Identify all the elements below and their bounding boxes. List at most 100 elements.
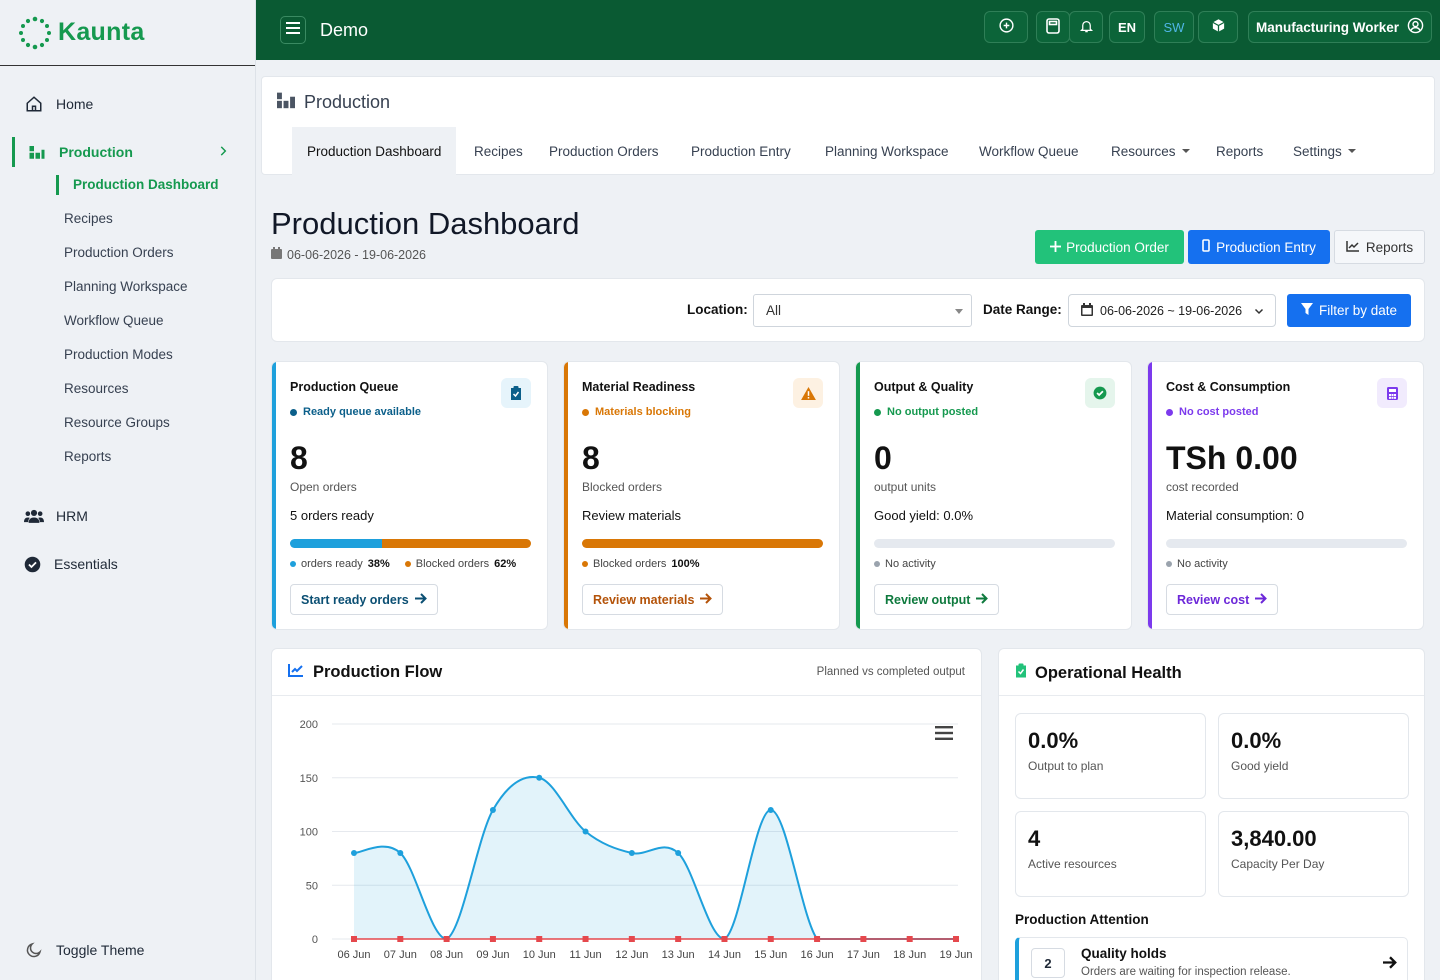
review-materials-button[interactable]: Review materials: [582, 584, 724, 615]
tab-settings[interactable]: Settings: [1278, 127, 1371, 175]
card-progress: [1166, 539, 1407, 548]
card-legend: No activity: [1166, 558, 1228, 570]
metric-label: Output to plan: [1028, 759, 1104, 773]
filter-by-date-label: Filter by date: [1318, 303, 1398, 318]
card-label: Blocked orders: [582, 480, 663, 494]
sidebar-item-home[interactable]: Home: [0, 94, 256, 114]
arrow-right-icon: [414, 592, 427, 607]
line-chart-icon: [1346, 240, 1360, 255]
card-button-label: Start ready orders: [301, 592, 409, 607]
sidebar-sub-recipes[interactable]: Recipes: [64, 211, 113, 226]
start-ready-orders-button[interactable]: Start ready orders: [290, 584, 438, 615]
card-progress: [290, 539, 531, 548]
card-button-label: Review cost: [1177, 592, 1250, 607]
review-cost-button[interactable]: Review cost: [1166, 584, 1279, 615]
health-metric-capacity-per-day: 3,840.00 Capacity Per Day: [1218, 811, 1409, 897]
legend-pct: 62%: [494, 558, 517, 570]
production-entry-button[interactable]: Production Entry: [1188, 230, 1330, 264]
reports-label: Reports: [1365, 239, 1414, 255]
tab-reports[interactable]: Reports: [1201, 127, 1278, 175]
tab-resources-label: Resources: [1111, 143, 1176, 159]
sidebar-sub-reports[interactable]: Reports: [64, 449, 111, 464]
sidebar-item-hrm[interactable]: HRM: [0, 506, 256, 526]
menu-toggle-button[interactable]: [280, 16, 306, 44]
y-tick-label: 100: [300, 827, 318, 839]
legend-text: Blocked orders: [415, 558, 490, 570]
sidebar-sub-production-dashboard[interactable]: Production Dashboard: [56, 175, 219, 195]
sidebar-sub-production-orders[interactable]: Production Orders: [64, 245, 174, 260]
card-label: Open orders: [290, 480, 357, 494]
flow-subtitle: Planned vs completed output: [816, 666, 965, 678]
card-value: 8: [290, 440, 308, 476]
arrow-right-icon: [976, 592, 989, 607]
chart-menu-button[interactable]: [935, 726, 953, 745]
review-output-button[interactable]: Review output: [874, 584, 1000, 615]
tab-workflow-queue[interactable]: Workflow Queue: [964, 127, 1094, 175]
attention-item-quality-holds[interactable]: 2 Quality holds Orders are waiting for i…: [1015, 937, 1408, 980]
chevron-down-icon: [1253, 305, 1265, 320]
calculator-button[interactable]: [1036, 11, 1070, 43]
card-status: No output posted: [874, 406, 978, 418]
location-value: All: [766, 303, 782, 318]
sidebar-item-essentials[interactable]: Essentials: [0, 554, 256, 574]
status-dot: [874, 408, 881, 416]
sidebar-sub-planning-workspace[interactable]: Planning Workspace: [64, 279, 188, 294]
card-status: No cost posted: [1166, 406, 1258, 418]
attention-item-title: Quality holds: [1081, 946, 1167, 961]
sidebar-sub-resources[interactable]: Resources: [64, 381, 129, 396]
data-point: [582, 936, 589, 942]
mobile-icon: [1202, 239, 1210, 255]
module-box-button[interactable]: [1198, 11, 1238, 43]
notifications-button[interactable]: [1069, 11, 1103, 43]
user-menu-button[interactable]: Manufacturing Worker: [1248, 11, 1432, 43]
sidebar-sub-workflow-queue[interactable]: Workflow Queue: [64, 313, 164, 328]
card-status: Ready queue available: [290, 406, 421, 418]
caret-down-icon: [955, 309, 963, 314]
sidebar-item-production[interactable]: Production: [12, 137, 244, 167]
legend-dot: [582, 561, 588, 567]
tab-production-dashboard[interactable]: Production Dashboard: [292, 127, 457, 175]
tab-planning-workspace[interactable]: Planning Workspace: [810, 127, 964, 175]
kpi-card-cost-consumption: Cost & Consumption No cost posted TSh 0.…: [1147, 361, 1424, 630]
tab-resources[interactable]: Resources: [1096, 127, 1205, 175]
sidebar-item-label: HRM: [56, 508, 88, 524]
sidebar-item-label: Production: [59, 144, 133, 160]
reports-button[interactable]: Reports: [1334, 230, 1425, 264]
warning-icon: [793, 378, 823, 408]
attention-title: Production Attention: [1015, 912, 1149, 927]
arrow-right-icon: [1255, 592, 1268, 607]
data-point: [536, 774, 543, 781]
topbar: Demo EN SW Manufacturing Worker: [256, 0, 1440, 60]
data-point: [536, 936, 543, 942]
trend-chart-icon: [288, 663, 304, 682]
plus-icon: [1050, 240, 1062, 255]
tab-recipes[interactable]: Recipes: [459, 127, 538, 175]
calculator-icon: [1046, 17, 1060, 37]
add-production-order-button[interactable]: Production Order: [1035, 230, 1184, 264]
toggle-theme-button[interactable]: Toggle Theme: [0, 940, 256, 960]
location-select[interactable]: All: [753, 294, 972, 327]
brand-logo[interactable]: Kaunta: [0, 0, 255, 66]
tab-production-orders[interactable]: Production Orders: [534, 127, 674, 175]
lang-sw-button[interactable]: SW: [1154, 11, 1194, 43]
kpi-card-production-queue: Production Queue Ready queue available 8…: [271, 361, 548, 630]
y-tick-label: 200: [300, 719, 318, 731]
tab-production-entry[interactable]: Production Entry: [676, 127, 806, 175]
date-range-picker[interactable]: 06-06-2026 ~ 19-06-2026: [1068, 294, 1276, 327]
health-header: Operational Health: [1015, 663, 1182, 683]
divider: [999, 695, 1424, 696]
health-metric-output-to-plan: 0.0% Output to plan: [1015, 713, 1206, 799]
arrow-right-icon: [1383, 956, 1397, 974]
attention-count-badge: 2: [1031, 948, 1065, 978]
filter-by-date-button[interactable]: Filter by date: [1287, 294, 1411, 327]
factory-icon: [276, 91, 296, 114]
data-point: [767, 807, 774, 813]
quick-add-button[interactable]: [984, 11, 1028, 43]
sidebar-sub-resource-groups[interactable]: Resource Groups: [64, 415, 170, 430]
calendar-icon: [1081, 302, 1093, 319]
data-point: [443, 936, 450, 942]
lang-en-button[interactable]: EN: [1109, 11, 1145, 43]
brand-name: Kaunta: [58, 18, 145, 46]
sidebar-sub-production-modes[interactable]: Production Modes: [64, 347, 173, 362]
data-point: [906, 936, 913, 942]
